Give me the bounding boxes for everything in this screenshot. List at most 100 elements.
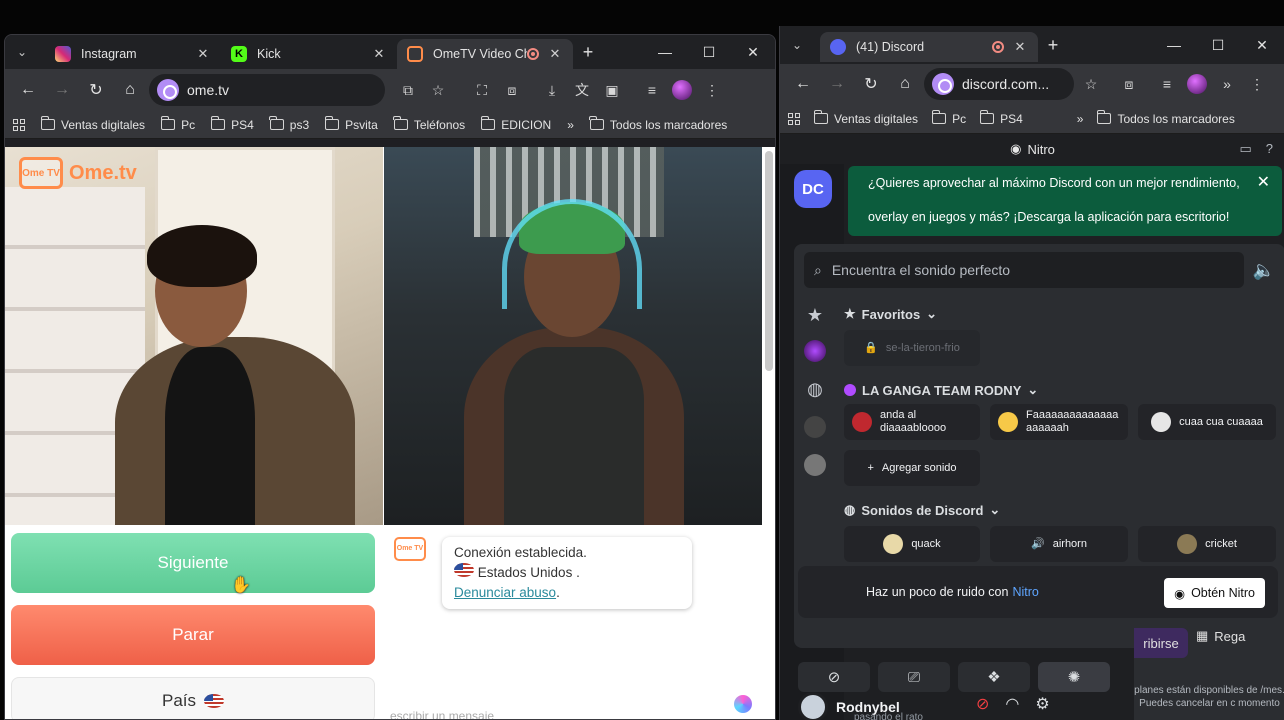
bookmark-folder[interactable]: Pc [931,110,966,126]
new-tab-button[interactable]: + [1038,35,1068,56]
sound-button[interactable]: 🔊 airhorn [990,526,1128,562]
minimize-icon[interactable]: — [643,44,687,61]
address-bar[interactable]: ome.tv [149,74,385,106]
cast-icon[interactable]: ⧉ [395,77,421,103]
tab-search-icon[interactable]: ⌄ [786,34,808,56]
sound-button[interactable]: cricket [1138,526,1276,562]
recording-icon[interactable] [992,41,1004,53]
all-bookmarks[interactable]: Todos los marcadores [1096,110,1235,126]
close-window-icon[interactable]: ✕ [731,44,775,61]
server-sound-section[interactable]: LA GANGA TEAM RODNY ⌄ [844,382,1038,398]
close-window-icon[interactable]: ✕ [1240,37,1284,54]
home-icon[interactable]: ⌂ [115,75,145,105]
forward-icon[interactable]: → [822,69,852,99]
discord-home-icon[interactable]: DC [794,170,832,208]
bookmark-folder[interactable]: PS4 [210,116,254,132]
report-abuse-link[interactable]: Denunciar abuso [454,585,556,600]
back-icon[interactable]: ← [788,69,818,99]
site-info-icon[interactable] [932,73,954,95]
tab-search-icon[interactable]: ⌄ [11,41,33,63]
minimize-icon[interactable]: — [1152,37,1196,54]
all-bookmarks[interactable]: Todos los marcadores [589,116,727,132]
settings-gear-icon[interactable]: ⚙ [1035,694,1049,714]
bookmark-folder[interactable]: Ventas digitales [40,116,145,132]
menu-icon[interactable]: ⋮ [1244,71,1270,97]
extensions-icon[interactable]: ⧈ [1116,71,1142,97]
discord-sounds-section[interactable]: ◍ Sonidos de Discord ⌄ [844,502,1000,518]
stop-button[interactable]: Parar [11,605,375,665]
translate-icon[interactable]: ⛶ [469,77,495,103]
reload-icon[interactable]: ↻ [856,69,886,99]
country-button[interactable]: País [11,677,375,719]
site-info-icon[interactable] [157,79,179,101]
close-tab-icon[interactable]: ✕ [547,46,563,62]
menu-icon[interactable]: ⋮ [699,77,725,103]
user-avatar-icon[interactable] [804,416,826,438]
download-icon[interactable]: ⤓ [539,77,565,103]
activities-icon[interactable]: ❖ [958,662,1030,692]
locked-sound[interactable]: 🔒 se-la-tieron-frio [844,330,980,366]
discord-category-icon[interactable]: ◍ [804,378,826,400]
scrollbar[interactable] [765,151,773,371]
camera-off-icon[interactable]: ⊘ [798,662,870,692]
address-bar[interactable]: discord.com... [924,68,1074,100]
soundboard-icon[interactable]: ✺ [1038,662,1110,692]
gift-button[interactable]: ▦ Rega [1196,628,1245,644]
tab-discord[interactable]: (41) Discord ✕ [820,32,1038,62]
back-icon[interactable]: ← [13,75,43,105]
new-tab-button[interactable]: + [573,42,603,63]
more-bookmarks-icon[interactable]: » [1077,112,1084,126]
user-avatar-icon[interactable] [804,454,826,476]
close-banner-icon[interactable]: ✕ [1257,166,1270,200]
extensions-icon[interactable]: ⧈ [499,77,525,103]
favorites-section[interactable]: ★ Favoritos ⌄ [844,306,937,322]
apps-grid-icon[interactable] [788,112,800,125]
recording-icon[interactable] [527,48,539,60]
more-toolbar-icon[interactable]: » [1214,71,1240,97]
add-sound-button[interactable]: + Agregar sonido [844,450,980,486]
close-tab-icon[interactable]: ✕ [371,46,387,62]
tab-ometv[interactable]: OmeTV Video Ch ✕ [397,39,573,69]
bookmark-folder[interactable]: PS4 [979,110,1023,126]
tab-instagram[interactable]: Instagram ✕ [45,39,221,69]
inbox-icon[interactable]: ▭ [1239,141,1251,157]
bookmark-folder[interactable]: ps3 [269,116,309,132]
profile-avatar[interactable] [1184,71,1210,97]
media-icon[interactable]: ≡ [639,77,665,103]
server-avatar-icon[interactable] [804,340,826,362]
favorites-star-icon[interactable]: ★ [804,304,826,326]
bookmark-folder[interactable]: Psvita [324,116,378,132]
emoji-icon[interactable] [734,695,752,713]
mic-muted-icon[interactable]: ⊘ [976,694,989,714]
forward-icon[interactable]: → [47,75,77,105]
bookmark-folder[interactable]: Ventas digitales [813,110,918,126]
screen-share-icon[interactable]: ⎚ [878,662,950,692]
sound-button[interactable]: quack [844,526,980,562]
close-tab-icon[interactable]: ✕ [1012,39,1028,55]
maximize-icon[interactable]: ☐ [687,44,731,61]
reading-mode-icon[interactable]: ▣ [599,77,625,103]
media-icon[interactable]: ≡ [1154,71,1180,97]
home-icon[interactable]: ⌂ [890,69,920,99]
apps-grid-icon[interactable] [13,118,25,131]
sound-button[interactable]: cuaa cua cuaaaa [1138,404,1276,440]
volume-icon[interactable]: 🔈 [1253,260,1275,281]
next-button[interactable]: Siguiente [11,533,375,593]
headphones-icon[interactable]: ◠ [1005,694,1019,714]
profile-avatar[interactable] [669,77,695,103]
help-icon[interactable]: ? [1266,141,1273,157]
sound-search-input[interactable]: ⌕ Encuentra el sonido perfecto [804,252,1244,288]
subscribe-button[interactable]: ribirse [1134,628,1188,658]
nitro-link[interactable]: Nitro [1012,585,1038,599]
reload-icon[interactable]: ↻ [81,75,111,105]
bookmark-star-icon[interactable]: ☆ [425,77,451,103]
tab-kick[interactable]: K Kick ✕ [221,39,397,69]
translate-page-icon[interactable]: 文 [569,77,595,103]
get-nitro-button[interactable]: ◉ Obtén Nitro [1164,578,1265,608]
avatar[interactable] [798,692,828,720]
bookmark-folder[interactable]: Teléfonos [393,116,465,132]
more-bookmarks-icon[interactable]: » [567,118,574,132]
bookmark-folder[interactable]: Pc [160,116,195,132]
sound-button[interactable]: Faaaaaaaaaaaaaa aaaaaah [990,404,1128,440]
bookmark-star-icon[interactable]: ☆ [1078,71,1104,97]
